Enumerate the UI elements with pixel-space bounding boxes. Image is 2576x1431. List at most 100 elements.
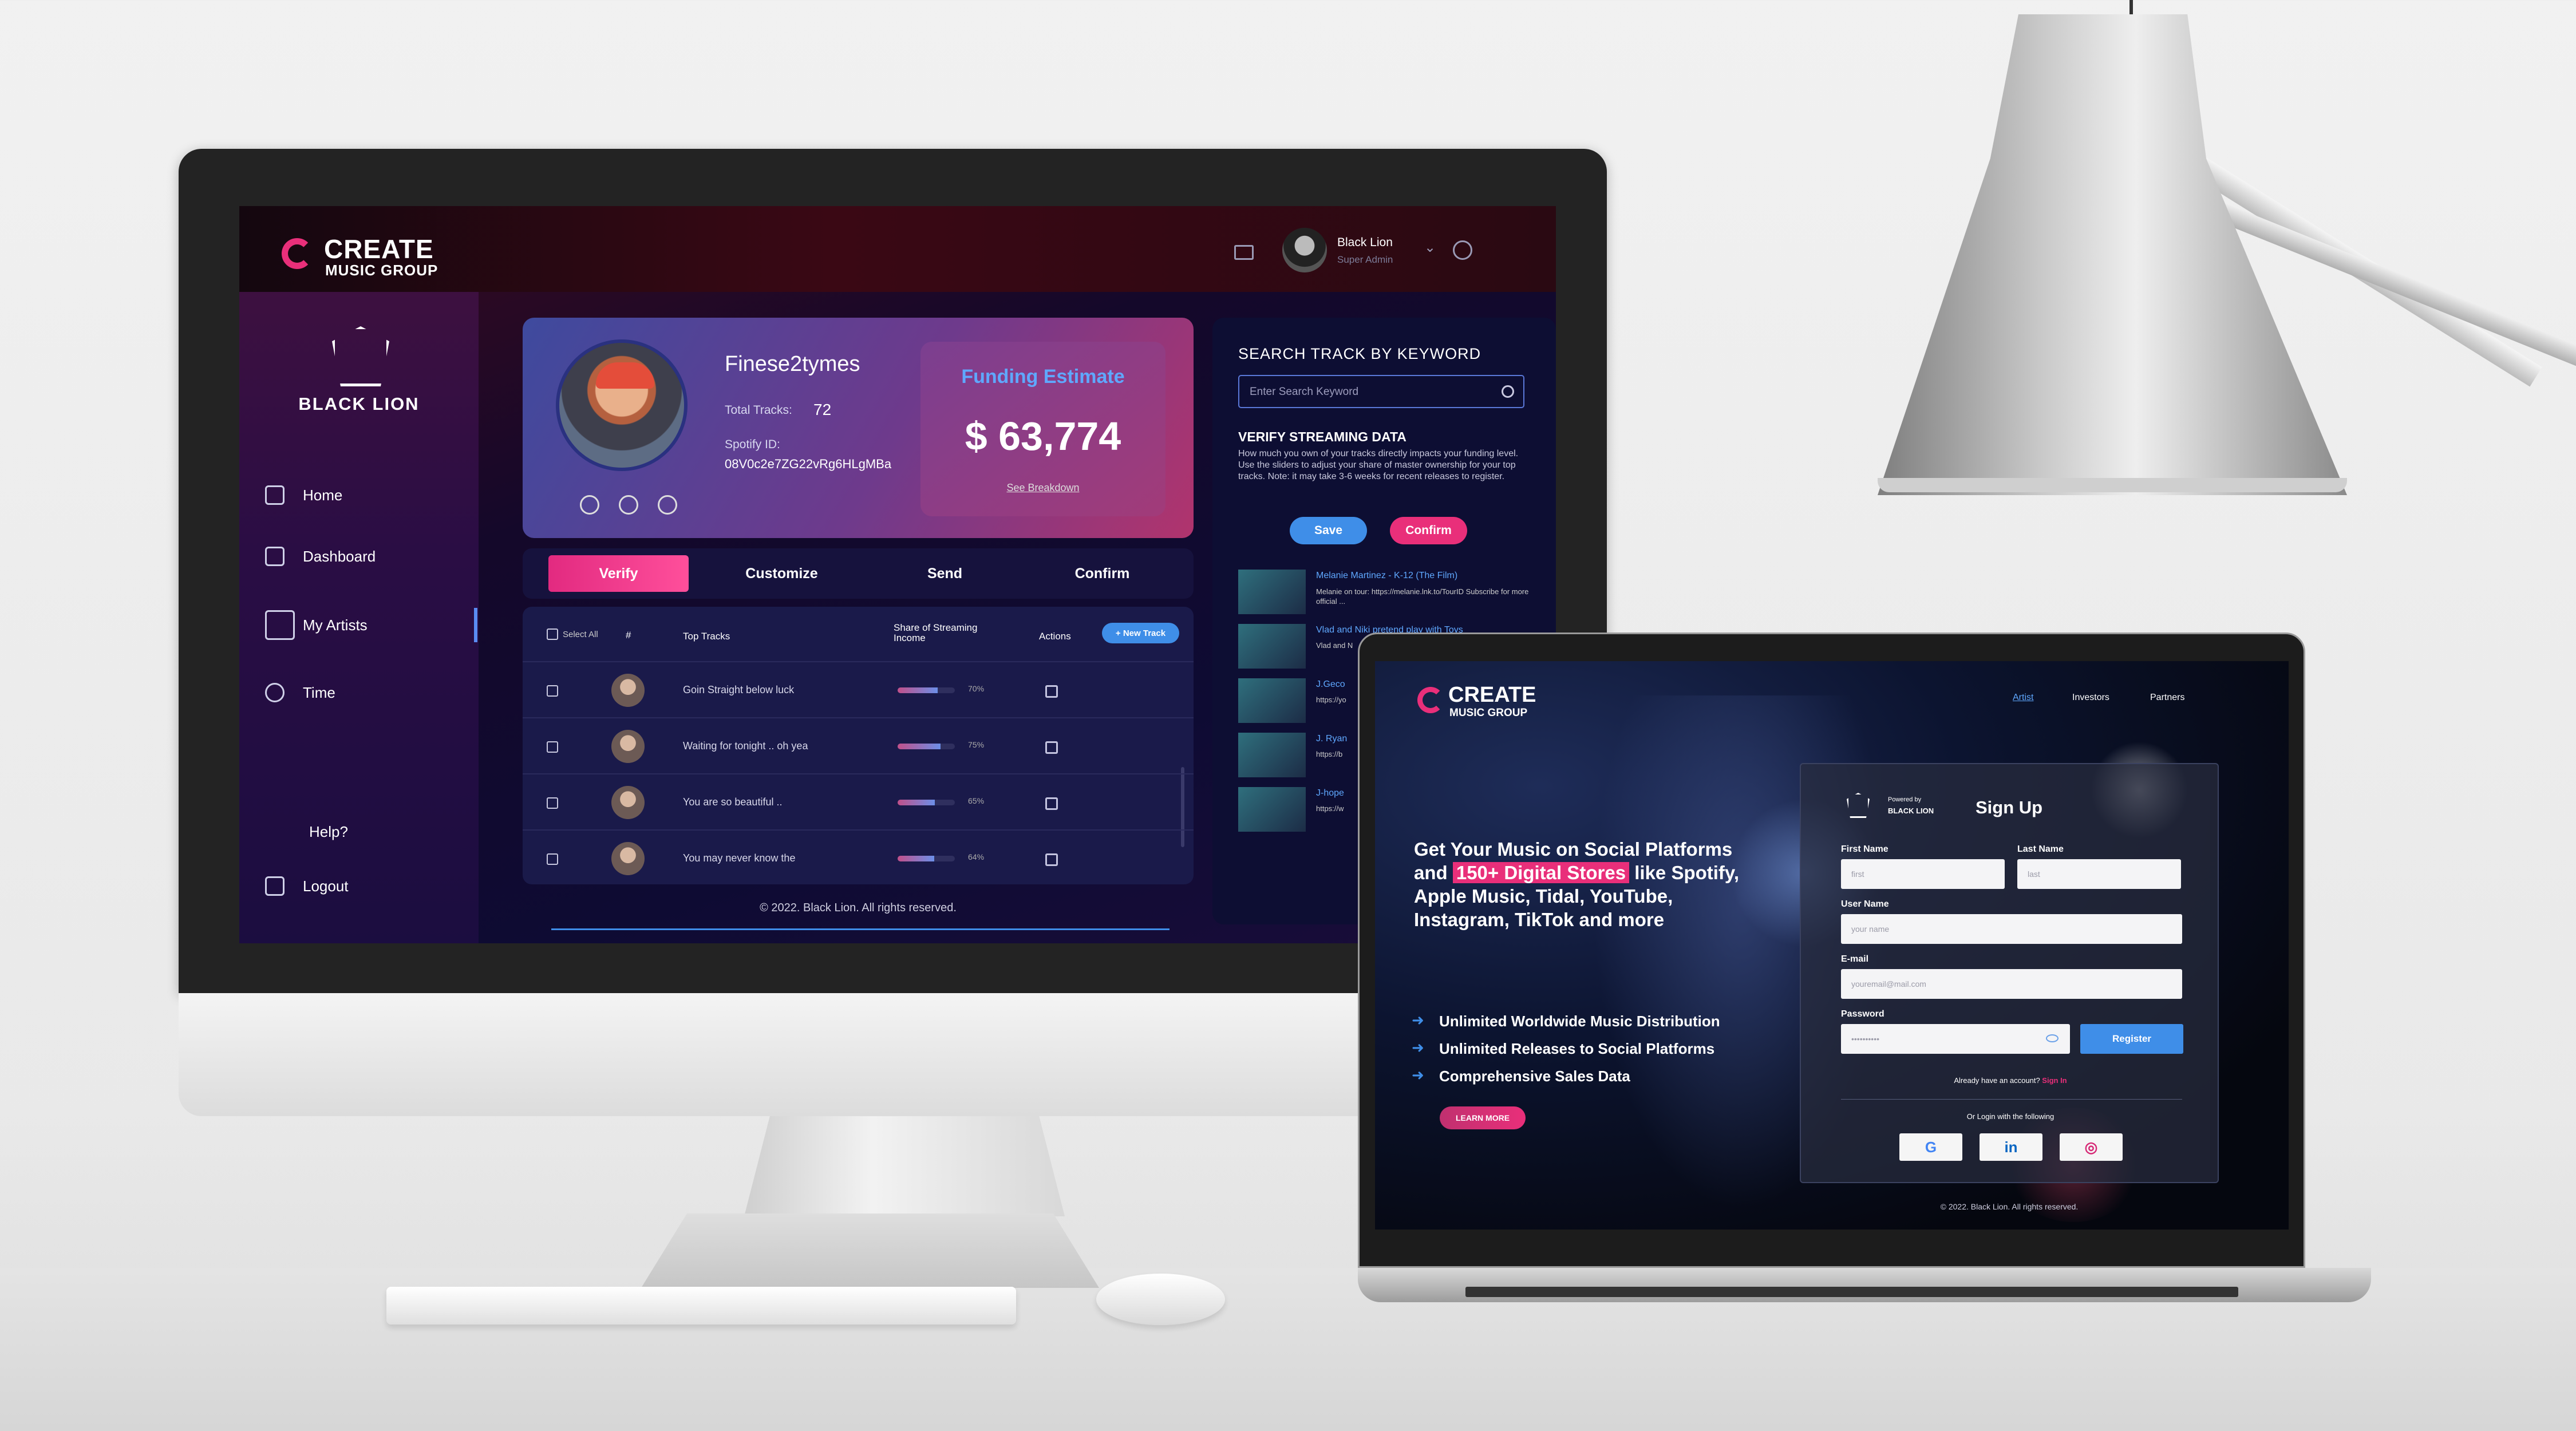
top-bar: CREATE MUSIC GROUP Black Lion Super Admi… xyxy=(239,206,1556,292)
user-name-input[interactable]: your name xyxy=(1841,914,2182,944)
linkedin-login-button[interactable]: in xyxy=(1980,1133,2042,1161)
headline-highlight: 150+ Digital Stores xyxy=(1452,862,1630,883)
edit-icon[interactable] xyxy=(1045,685,1058,698)
monitor-foot xyxy=(641,1213,1099,1288)
track-title: You are so beautiful .. xyxy=(683,796,783,808)
share-value: 70% xyxy=(968,684,985,693)
laptop-keyboard-edge xyxy=(1465,1287,2238,1297)
sign-in-link[interactable]: Sign In xyxy=(2042,1076,2067,1085)
sidebar-item-time[interactable]: Time xyxy=(265,675,335,710)
user-name: Black Lion xyxy=(1337,236,1393,249)
learn-more-button[interactable]: LEARN MORE xyxy=(1440,1106,1526,1129)
search-input[interactable]: Enter Search Keyword xyxy=(1238,375,1524,408)
or-login-text: Or Login with the following xyxy=(1966,1112,2055,1121)
save-button[interactable]: Save xyxy=(1290,517,1367,544)
chevron-down-icon[interactable]: ⌄ xyxy=(1424,239,1436,256)
black-lion-logo-icon xyxy=(1847,793,1870,818)
sidebar-item-home[interactable]: Home xyxy=(265,478,342,512)
black-lion-logo-icon xyxy=(332,326,389,386)
see-breakdown-link[interactable]: See Breakdown xyxy=(920,482,1165,494)
tab-confirm[interactable]: Confirm xyxy=(1032,555,1172,592)
select-all-checkbox[interactable] xyxy=(547,628,558,640)
mail-icon[interactable] xyxy=(1234,245,1254,260)
tracks-label: Total Tracks: xyxy=(725,404,792,417)
confirm-button[interactable]: Confirm xyxy=(1390,517,1467,544)
sidebar: BLACK LION Home Dashboard My Artists Tim… xyxy=(239,292,479,943)
form-brand: BLACK LION xyxy=(1888,807,1934,815)
form-title: Sign Up xyxy=(1976,797,2043,817)
last-name-label: Last Name xyxy=(2017,844,2064,854)
table-row: Waiting for tonight .. oh yea 75% xyxy=(523,717,1194,773)
hero-headline: Get Your Music on Social Platforms and 1… xyxy=(1414,839,1739,930)
tracks-table: Select All # Top Tracks Share of Streami… xyxy=(523,607,1194,884)
home-icon xyxy=(265,485,285,505)
password-input[interactable]: •••••••••• xyxy=(1841,1024,2070,1054)
feature-item: Unlimited Worldwide Music Distribution xyxy=(1439,1013,1720,1030)
search-result[interactable]: Melanie Martinez - K-12 (The Film) Melani… xyxy=(1238,570,1547,615)
tab-verify[interactable]: Verify xyxy=(548,555,689,592)
tab-send[interactable]: Send xyxy=(875,555,1015,592)
sidebar-item-my-artists[interactable]: My Artists xyxy=(265,608,368,642)
sidebar-item-dashboard[interactable]: Dashboard xyxy=(265,539,376,574)
active-indicator xyxy=(474,608,477,642)
result-thumbnail xyxy=(1238,678,1306,723)
edit-icon[interactable] xyxy=(1045,853,1058,866)
search-placeholder: Enter Search Keyword xyxy=(1250,386,1359,398)
result-title: J. Ryan xyxy=(1316,734,1348,744)
guitar-icon xyxy=(265,610,295,640)
result-title: J.Geco xyxy=(1316,679,1345,689)
grid-icon xyxy=(265,547,285,566)
edit-icon[interactable] xyxy=(1045,797,1058,810)
table-row: Goin Straight below luck 70% xyxy=(523,661,1194,717)
coin-icon xyxy=(658,495,677,515)
row-checkbox[interactable] xyxy=(547,741,558,753)
laptop-base xyxy=(1358,1268,2371,1302)
share-value: 64% xyxy=(968,852,985,861)
last-name-input[interactable]: last xyxy=(2017,859,2181,889)
monitor-neck xyxy=(744,1116,1065,1216)
lamp-rim xyxy=(1878,478,2347,492)
result-thumbnail xyxy=(1238,624,1306,669)
eye-off-icon[interactable] xyxy=(2046,1034,2059,1042)
password-label: Password xyxy=(1841,1009,1884,1019)
sidebar-item-help[interactable]: Help? xyxy=(309,815,348,849)
row-checkbox[interactable] xyxy=(547,797,558,809)
share-bar[interactable] xyxy=(898,687,955,693)
share-value: 75% xyxy=(968,740,985,749)
header-actions: Actions xyxy=(1039,631,1071,642)
artist-avatar xyxy=(556,339,688,471)
instagram-login-button[interactable]: ◎ xyxy=(2060,1133,2123,1161)
nav-partners[interactable]: Partners xyxy=(2150,693,2184,703)
row-checkbox[interactable] xyxy=(547,853,558,865)
edit-icon[interactable] xyxy=(1045,741,1058,754)
bell-icon[interactable] xyxy=(1453,240,1472,260)
spotify-label: Spotify ID: xyxy=(725,438,780,451)
header-share: Share of Streaming Income xyxy=(894,622,978,643)
funding-title: Funding Estimate xyxy=(961,366,1125,388)
share-bar[interactable] xyxy=(898,856,955,861)
tab-customize[interactable]: Customize xyxy=(712,555,852,592)
nav-artist[interactable]: Artist xyxy=(2013,693,2033,703)
search-icon[interactable] xyxy=(1502,385,1514,398)
artist-profile-card: Finese2tymes Total Tracks: 72 Spotify ID… xyxy=(523,318,1194,538)
signup-form: Powered by BLACK LION Sign Up First Name… xyxy=(1800,763,2219,1183)
share-value: 65% xyxy=(968,796,985,805)
user-avatar[interactable] xyxy=(1282,228,1327,272)
powered-by: Powered by xyxy=(1888,796,1922,803)
feature-arrow-icon: ➜ xyxy=(1412,1066,1424,1084)
google-login-button[interactable]: G xyxy=(1899,1133,1962,1161)
result-title: Melanie Martinez - K-12 (The Film) xyxy=(1316,571,1458,580)
email-input[interactable]: youremail@mail.com xyxy=(1841,969,2182,999)
create-logo-icon xyxy=(282,238,313,269)
sidebar-item-logout[interactable]: Logout xyxy=(265,869,349,903)
register-button[interactable]: Register xyxy=(2080,1024,2183,1054)
share-bar[interactable] xyxy=(898,800,955,805)
new-track-button[interactable]: + New Track xyxy=(1102,623,1179,643)
share-bar[interactable] xyxy=(898,744,955,749)
nav-investors[interactable]: Investors xyxy=(2072,693,2109,703)
first-name-input[interactable]: first xyxy=(1841,859,2005,889)
row-checkbox[interactable] xyxy=(547,685,558,697)
feature-arrow-icon: ➜ xyxy=(1412,1011,1424,1029)
feature-arrow-icon: ➜ xyxy=(1412,1039,1424,1056)
funding-estimate-card: Funding Estimate $ 63,774 See Breakdown xyxy=(920,342,1165,516)
